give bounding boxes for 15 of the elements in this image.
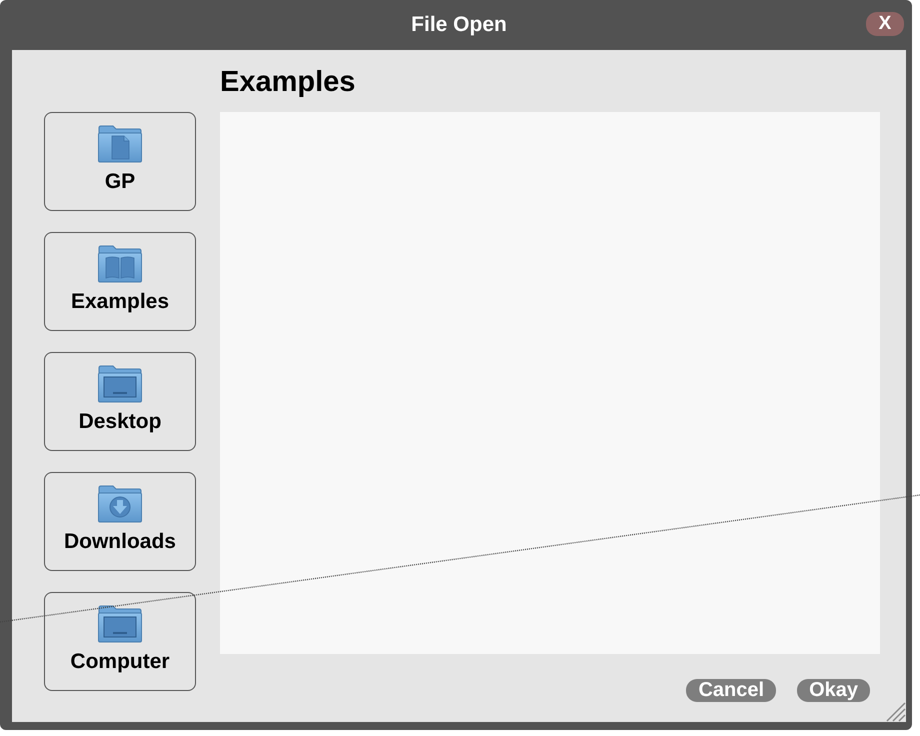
folder-icon [97,364,143,404]
sidebar-item[interactable]: Desktop [44,352,196,451]
sidebar-item[interactable]: Downloads [44,472,196,571]
folder-icon [97,244,143,284]
sidebar-item[interactable]: GP [44,112,196,211]
dialog-button[interactable]: Okay [797,679,870,702]
close-button[interactable]: X [866,12,904,36]
folder-icon [97,484,143,524]
folder-icon [97,124,143,164]
dialog-button[interactable]: Cancel [686,679,776,702]
sidebar-item[interactable]: Computer [44,592,196,691]
folder-icon [97,604,143,644]
sidebar-item[interactable]: Examples [44,232,196,331]
window-title: File Open [411,13,507,37]
panel-title: Examples [220,65,356,100]
